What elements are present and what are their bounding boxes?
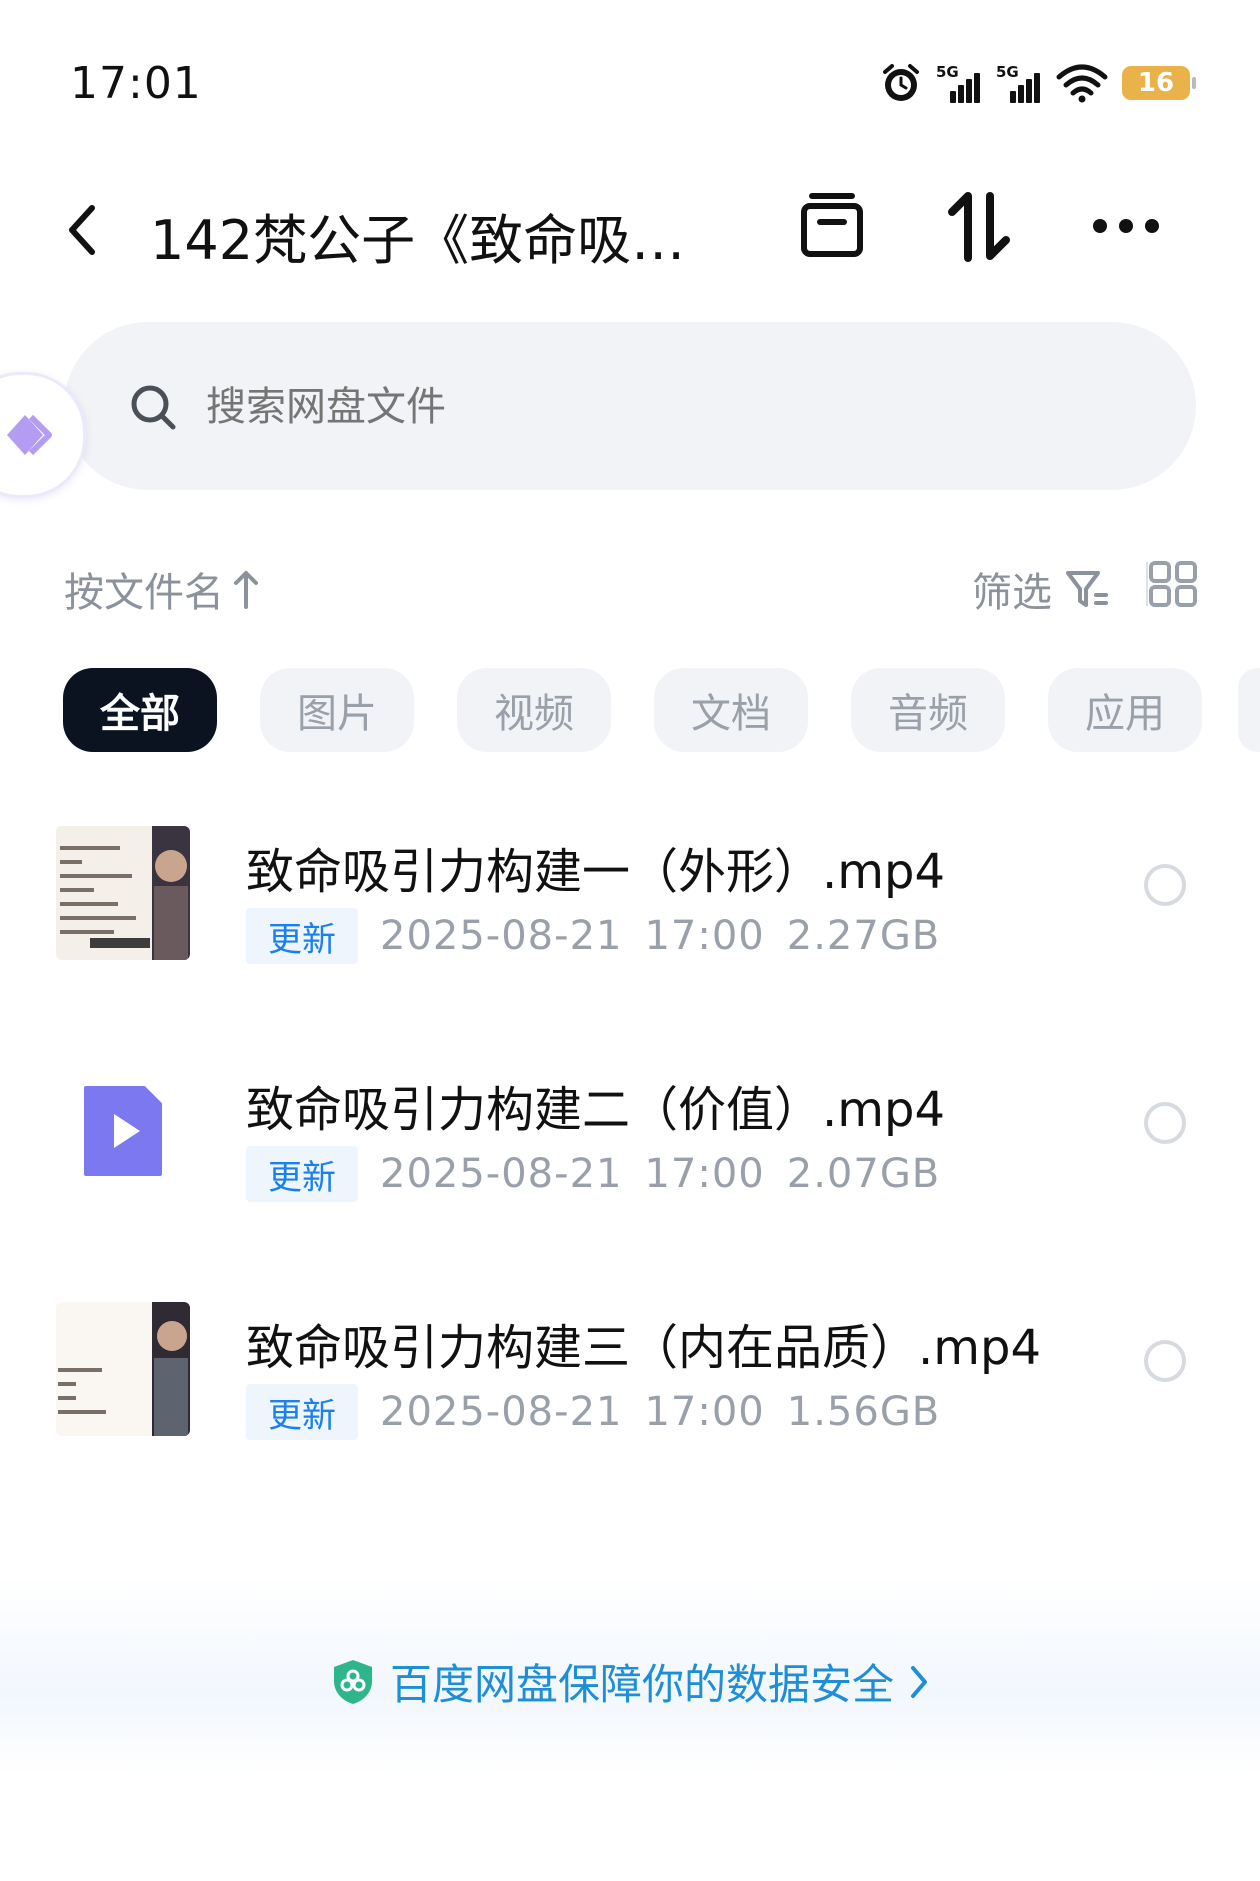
update-badge: 更新 <box>246 908 358 964</box>
file-time: 17:00 <box>644 1151 765 1197</box>
arrow-up-icon <box>234 571 258 609</box>
file-time: 17:00 <box>644 913 765 959</box>
select-radio[interactable] <box>1144 864 1186 906</box>
video-thumbnail <box>56 826 190 960</box>
select-radio[interactable] <box>1144 1102 1186 1144</box>
sort-button[interactable]: 按文件名 <box>64 560 260 618</box>
file-name: 致命吸引力构建一（外形）.mp4 <box>246 844 946 900</box>
page-title: 142梵公子《致命吸… <box>150 209 686 272</box>
file-name: 致命吸引力构建二（价值）.mp4 <box>246 1082 946 1138</box>
sort-label: 按文件名 <box>64 570 224 616</box>
file-row[interactable]: 致命吸引力构建二（价值）.mp4 更新 2025-08-21 17:00 2.0… <box>0 1064 1260 1264</box>
archive-icon[interactable] <box>798 190 866 262</box>
file-row[interactable]: 致命吸引力构建一（外形）.mp4 更新 2025-08-21 17:00 2.2… <box>0 826 1260 1026</box>
filter-label: 筛选 <box>972 570 1052 616</box>
security-banner-text: 百度网盘保障你的数据安全 <box>390 1660 895 1709</box>
grid-view-icon[interactable] <box>1148 560 1198 608</box>
transfer-icon[interactable] <box>946 190 1014 262</box>
status-icons: 5G 5G 16 <box>880 62 1196 104</box>
chip-audio[interactable]: 音频 <box>851 668 1005 752</box>
chip-all[interactable]: 全部 <box>63 668 217 752</box>
file-size: 2.07GB <box>786 1151 941 1197</box>
chip-videos[interactable]: 视频 <box>457 668 611 752</box>
search-input[interactable] <box>204 322 1108 492</box>
file-date: 2025-08-21 <box>380 1151 623 1197</box>
file-meta: 更新 2025-08-21 17:00 1.56GB <box>246 1384 940 1440</box>
assistant-icon <box>7 414 52 456</box>
security-banner-link[interactable]: 百度网盘保障你的数据安全 <box>330 1651 930 1712</box>
chip-documents[interactable]: 文档 <box>654 668 808 752</box>
select-radio[interactable] <box>1144 1340 1186 1382</box>
file-size: 2.27GB <box>786 913 941 959</box>
alarm-icon <box>883 64 919 101</box>
file-time: 17:00 <box>644 1389 765 1435</box>
filter-icon <box>1066 571 1108 607</box>
signal-icon: 5G <box>936 63 982 103</box>
file-name: 致命吸引力构建三（内在品质）.mp4 <box>246 1320 1042 1376</box>
chip-apps[interactable]: 应用 <box>1048 668 1202 752</box>
file-date: 2025-08-21 <box>380 1389 623 1435</box>
battery-icon: 16 <box>1122 66 1196 100</box>
chip-images[interactable]: 图片 <box>260 668 414 752</box>
filter-button[interactable]: 筛选 <box>972 560 1110 618</box>
category-chips: 全部 图片 视频 文档 音频 应用 <box>63 668 1202 752</box>
file-date: 2025-08-21 <box>380 913 623 959</box>
chevron-right-icon <box>911 1665 928 1698</box>
back-icon[interactable] <box>62 200 102 260</box>
update-badge: 更新 <box>246 1146 358 1202</box>
more-icon[interactable] <box>1090 216 1162 236</box>
file-row[interactable]: 致命吸引力构建三（内在品质）.mp4 更新 2025-08-21 17:00 1… <box>0 1302 1260 1502</box>
search-icon <box>131 385 176 430</box>
chip-more[interactable] <box>1238 668 1260 752</box>
signal-icon: 5G <box>996 63 1042 103</box>
video-file-icon <box>56 1064 190 1198</box>
wifi-icon <box>1056 64 1108 103</box>
shield-icon <box>334 1659 372 1704</box>
file-meta: 更新 2025-08-21 17:00 2.27GB <box>246 908 940 964</box>
file-meta: 更新 2025-08-21 17:00 2.07GB <box>246 1146 940 1202</box>
video-thumbnail <box>56 1302 190 1436</box>
file-size: 1.56GB <box>786 1389 941 1435</box>
status-time: 17:01 <box>70 58 202 109</box>
search-bar[interactable] <box>64 322 1196 492</box>
update-badge: 更新 <box>246 1384 358 1440</box>
